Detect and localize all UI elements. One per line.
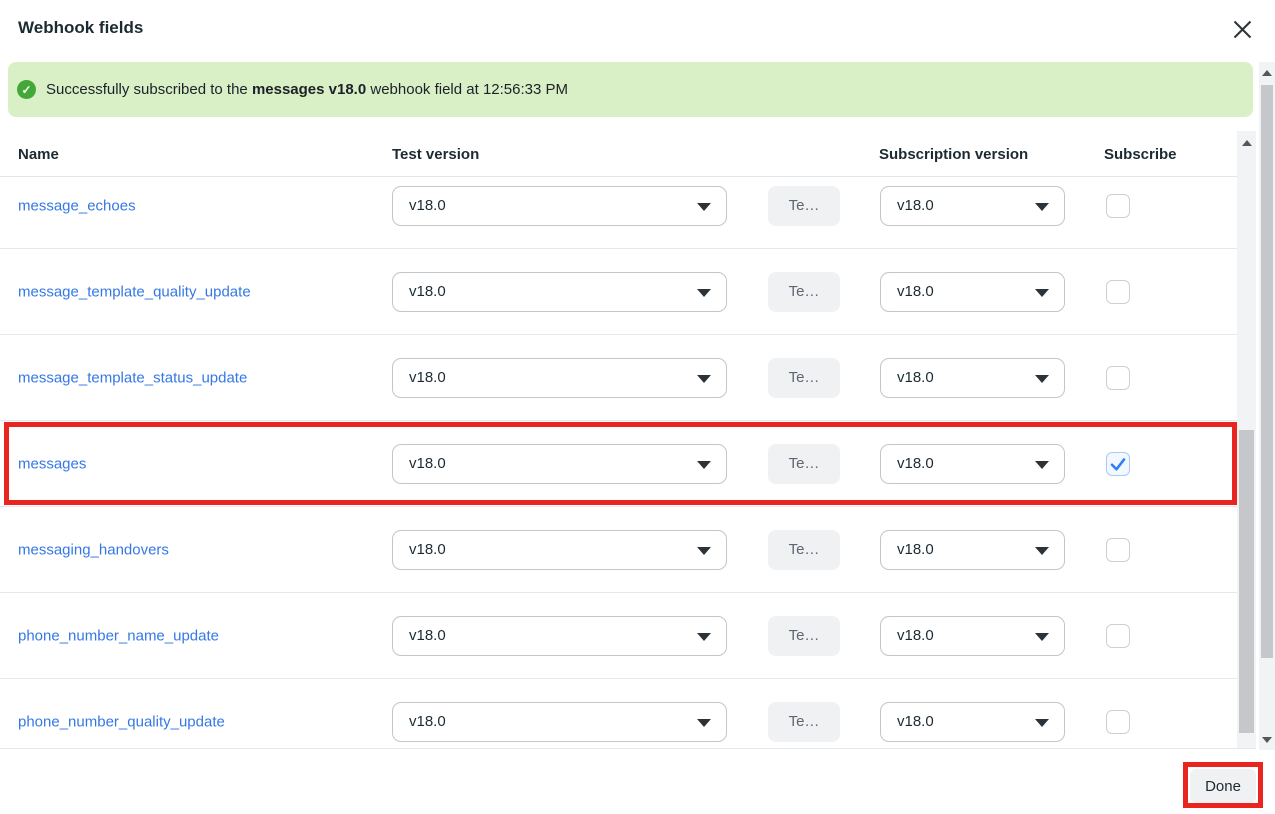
test-button[interactable]: Te… — [768, 530, 840, 570]
caret-down-icon — [1035, 719, 1049, 727]
table-row: message_template_quality_update v18.0 Te… — [0, 249, 1237, 335]
test-button[interactable]: Te… — [768, 702, 840, 742]
test-version-value: v18.0 — [409, 455, 446, 472]
caret-down-icon — [697, 633, 711, 641]
column-header-subscribe: Subscribe — [1104, 146, 1177, 163]
table-scrollbar-thumb[interactable] — [1239, 430, 1254, 733]
subscription-version-dropdown[interactable]: v18.0 — [880, 358, 1065, 398]
webhook-field-name-link[interactable]: message_template_quality_update — [18, 283, 251, 300]
table-row: phone_number_name_update v18.0 Te… v18.0 — [0, 593, 1237, 679]
close-icon — [1233, 20, 1252, 39]
close-button[interactable] — [1227, 14, 1257, 44]
subscription-version-value: v18.0 — [897, 713, 934, 730]
subscribe-checkbox[interactable] — [1106, 194, 1130, 218]
test-version-value: v18.0 — [409, 369, 446, 386]
test-version-dropdown[interactable]: v18.0 — [392, 616, 727, 656]
test-version-value: v18.0 — [409, 713, 446, 730]
caret-down-icon — [1035, 203, 1049, 211]
table-scrollbar[interactable] — [1237, 131, 1256, 748]
subscription-version-value: v18.0 — [897, 283, 934, 300]
scroll-up-icon[interactable] — [1242, 140, 1252, 146]
caret-down-icon — [697, 719, 711, 727]
table-row: messages v18.0 Te… v18.0 — [0, 421, 1237, 507]
caret-down-icon — [697, 461, 711, 469]
subscribe-checkbox[interactable] — [1106, 366, 1130, 390]
success-banner: ✓ Successfully subscribed to the message… — [8, 62, 1253, 117]
test-button[interactable]: Te… — [768, 444, 840, 484]
test-button[interactable]: Te… — [768, 358, 840, 398]
page-scrollbar[interactable] — [1259, 62, 1275, 750]
webhook-field-name-link[interactable]: message_template_status_update — [18, 369, 247, 386]
test-version-dropdown[interactable]: v18.0 — [392, 272, 727, 312]
subscription-version-value: v18.0 — [897, 369, 934, 386]
subscription-version-dropdown[interactable]: v18.0 — [880, 444, 1065, 484]
scroll-down-icon[interactable] — [1262, 737, 1272, 743]
subscription-version-dropdown[interactable]: v18.0 — [880, 272, 1065, 312]
test-button[interactable]: Te… — [768, 616, 840, 656]
webhook-field-name-link[interactable]: messaging_handovers — [18, 541, 169, 558]
subscription-version-value: v18.0 — [897, 541, 934, 558]
table-row: message_template_status_update v18.0 Te…… — [0, 335, 1237, 421]
subscription-version-dropdown[interactable]: v18.0 — [880, 530, 1065, 570]
subscription-version-dropdown[interactable]: v18.0 — [880, 186, 1065, 226]
test-version-dropdown[interactable]: v18.0 — [392, 186, 727, 226]
webhook-fields-modal: Webhook fields ✓ Successfully subscribed… — [0, 0, 1275, 814]
subscription-version-value: v18.0 — [897, 627, 934, 644]
table-row: messaging_handovers v18.0 Te… v18.0 — [0, 507, 1237, 593]
test-version-value: v18.0 — [409, 197, 446, 214]
test-version-dropdown[interactable]: v18.0 — [392, 530, 727, 570]
modal-title: Webhook fields — [18, 18, 143, 38]
check-icon — [1109, 455, 1127, 473]
webhook-field-name-link[interactable]: messages — [18, 455, 86, 472]
subscription-version-value: v18.0 — [897, 197, 934, 214]
webhook-fields-table: message_echoes v18.0 Te… v18.0 message_t… — [0, 177, 1237, 748]
test-version-value: v18.0 — [409, 627, 446, 644]
test-version-value: v18.0 — [409, 541, 446, 558]
subscribe-checkbox[interactable] — [1106, 280, 1130, 304]
test-version-dropdown[interactable]: v18.0 — [392, 702, 727, 742]
test-version-dropdown[interactable]: v18.0 — [392, 444, 727, 484]
check-circle-icon: ✓ — [17, 80, 36, 99]
subscription-version-dropdown[interactable]: v18.0 — [880, 616, 1065, 656]
subscribe-checkbox[interactable] — [1106, 538, 1130, 562]
subscribe-checkbox[interactable] — [1106, 452, 1130, 476]
webhook-field-name-link[interactable]: phone_number_name_update — [18, 627, 219, 644]
test-version-dropdown[interactable]: v18.0 — [392, 358, 727, 398]
done-button[interactable]: Done — [1190, 769, 1256, 803]
caret-down-icon — [1035, 547, 1049, 555]
subscribe-checkbox[interactable] — [1106, 710, 1130, 734]
subscription-version-value: v18.0 — [897, 455, 934, 472]
caret-down-icon — [1035, 633, 1049, 641]
table-row: phone_number_quality_update v18.0 Te… v1… — [0, 679, 1237, 748]
test-button[interactable]: Te… — [768, 186, 840, 226]
scroll-up-icon[interactable] — [1262, 70, 1272, 76]
test-version-value: v18.0 — [409, 283, 446, 300]
caret-down-icon — [1035, 375, 1049, 383]
page-scrollbar-thumb[interactable] — [1261, 85, 1273, 658]
column-header-test-version: Test version — [392, 146, 479, 163]
test-button[interactable]: Te… — [768, 272, 840, 312]
subscribe-checkbox[interactable] — [1106, 624, 1130, 648]
caret-down-icon — [697, 203, 711, 211]
subscription-version-dropdown[interactable]: v18.0 — [880, 702, 1065, 742]
column-header-subscription-version: Subscription version — [879, 146, 1028, 163]
footer-divider — [0, 748, 1256, 749]
caret-down-icon — [697, 289, 711, 297]
success-message: Successfully subscribed to the messages … — [46, 81, 568, 98]
webhook-field-name-link[interactable]: phone_number_quality_update — [18, 713, 225, 730]
caret-down-icon — [1035, 461, 1049, 469]
caret-down-icon — [697, 547, 711, 555]
table-rows: message_echoes v18.0 Te… v18.0 message_t… — [0, 177, 1237, 748]
caret-down-icon — [697, 375, 711, 383]
caret-down-icon — [1035, 289, 1049, 297]
webhook-field-name-link[interactable]: message_echoes — [18, 197, 136, 214]
column-header-name: Name — [18, 146, 59, 163]
table-row: message_echoes v18.0 Te… v18.0 — [0, 177, 1237, 249]
